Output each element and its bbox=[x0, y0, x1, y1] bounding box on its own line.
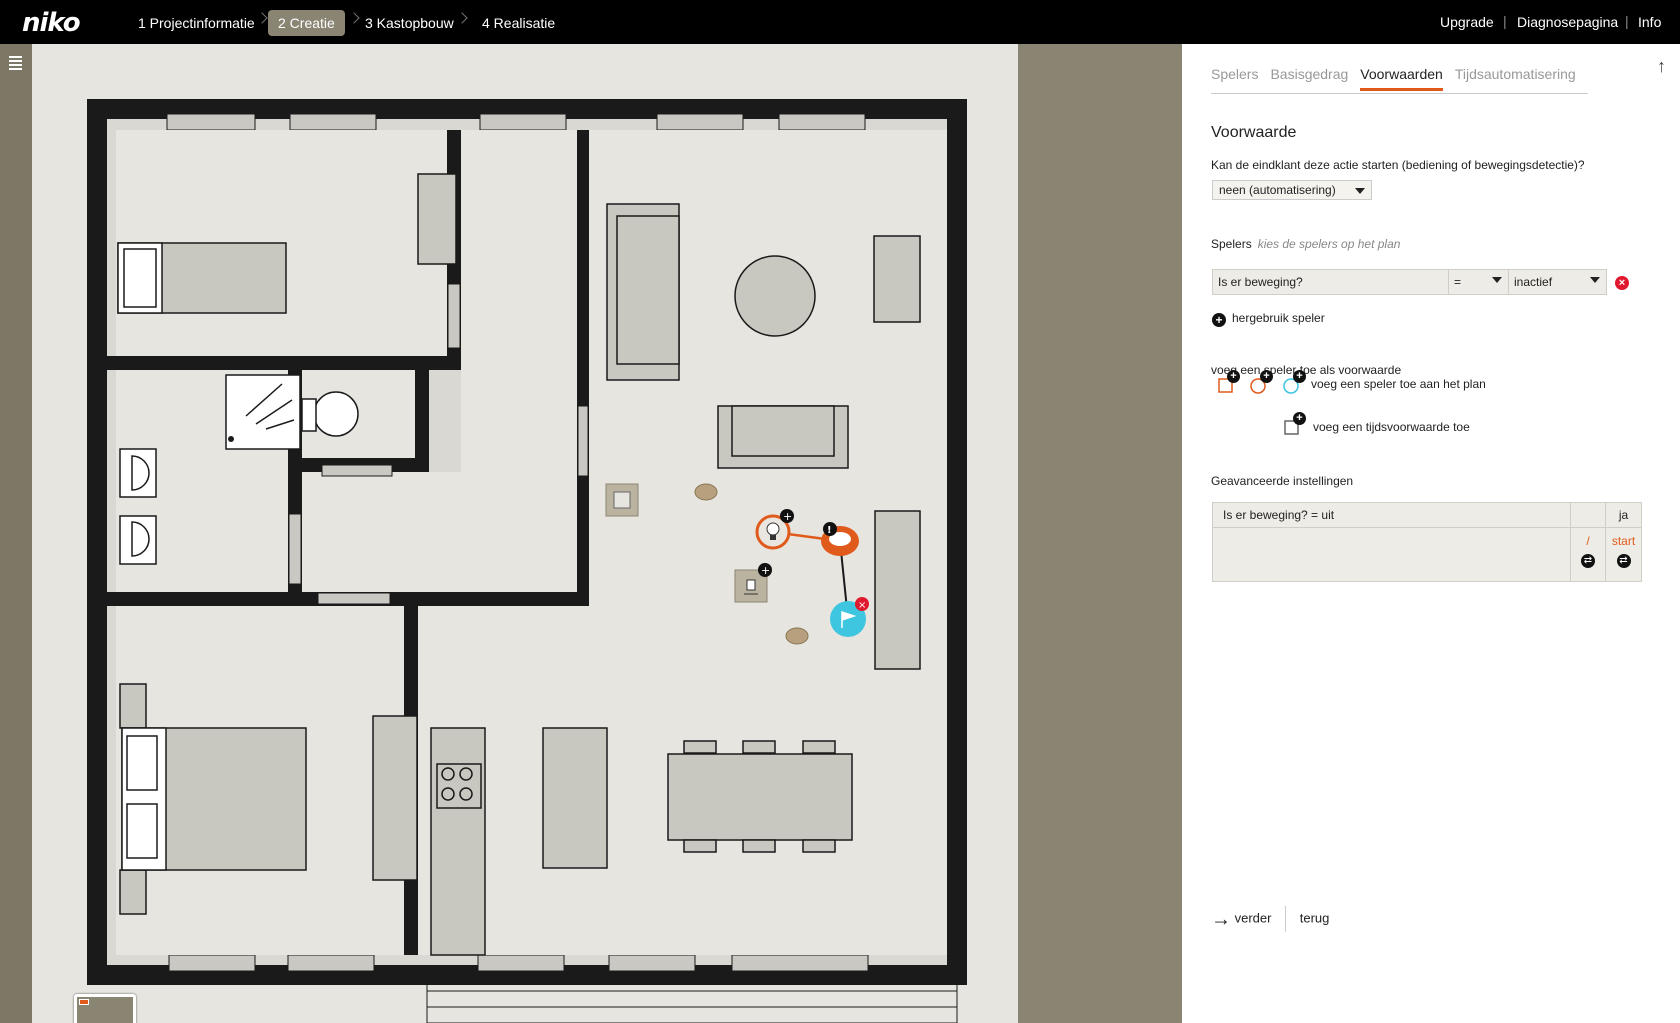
arrow-up-icon[interactable]: ↑ bbox=[1657, 56, 1666, 77]
top-bar: niko 1 Projectinformatie 2 Creatie 3 Kas… bbox=[0, 0, 1680, 44]
start-mode-value: neen (automatisering) bbox=[1219, 183, 1336, 197]
back-button[interactable]: terug bbox=[1300, 910, 1330, 925]
left-toolbar bbox=[0, 44, 32, 1023]
add-square-player-icon[interactable]: + bbox=[1216, 370, 1240, 394]
tab-bar: Spelers Basisgedrag Voorwaarden Tijdsautoma… bbox=[1211, 66, 1588, 94]
svg-text:+: + bbox=[761, 564, 770, 577]
advanced-actions-row: / ⇄ start ⇄ bbox=[1212, 528, 1642, 582]
players-heading: Spelers kies de spelers op het plan bbox=[1211, 237, 1400, 251]
square-device-icon bbox=[605, 483, 639, 517]
properties-panel: Spelers Basisgedrag Voorwaarden Tijdsautoma… bbox=[1182, 44, 1680, 1023]
add-plan-player-icon[interactable]: + bbox=[1282, 370, 1306, 394]
advanced-yes[interactable]: ja bbox=[1605, 503, 1641, 527]
add-player-plan-label[interactable]: voeg een speler toe aan het plan bbox=[1311, 377, 1486, 391]
condition-operator-select[interactable]: = bbox=[1449, 270, 1509, 294]
caret-down-icon bbox=[1590, 277, 1600, 283]
advanced-start-cell: start ⇄ bbox=[1605, 528, 1641, 581]
svg-text:+: + bbox=[783, 510, 792, 523]
step-realisatie[interactable]: 4 Realisatie bbox=[472, 10, 565, 36]
tab-spelers[interactable]: Spelers bbox=[1211, 66, 1258, 88]
arrow-right-icon: → bbox=[1211, 908, 1231, 931]
step-projectinformatie[interactable]: 1 Projectinformatie bbox=[128, 10, 265, 36]
condition-operator-value: = bbox=[1454, 275, 1462, 289]
step-creatie[interactable]: 2 Creatie bbox=[268, 10, 345, 36]
remove-condition-icon[interactable]: × bbox=[1615, 276, 1629, 290]
svg-text:!: ! bbox=[827, 525, 832, 536]
tab-basisgedrag[interactable]: Basisgedrag bbox=[1270, 66, 1348, 88]
speech-bubble-icon bbox=[785, 627, 809, 645]
speech-bubble-icon bbox=[694, 483, 718, 501]
swap-icon[interactable]: ⇄ bbox=[1616, 554, 1631, 568]
players-hint: kies de spelers op het plan bbox=[1257, 237, 1401, 251]
niko-logo[interactable]: niko bbox=[22, 8, 81, 38]
plus-circle-icon: + bbox=[1212, 313, 1226, 327]
players-label: Spelers bbox=[1211, 237, 1252, 251]
condition-value: inactief bbox=[1514, 275, 1553, 289]
floor-plan-canvas[interactable]: + ! + × bbox=[32, 44, 1018, 1023]
panel-title: Voorwaarde bbox=[1211, 124, 1297, 141]
tab-voorwaarden[interactable]: Voorwaarden bbox=[1360, 66, 1443, 91]
panel-footer: → verder terug bbox=[1211, 906, 1329, 932]
divider: | bbox=[1503, 13, 1507, 29]
tab-tijdsautomatisering[interactable]: Tijdsautomatisering bbox=[1455, 66, 1576, 88]
advanced-slash-cell: / ⇄ bbox=[1570, 528, 1605, 581]
info-link[interactable]: Info bbox=[1638, 14, 1661, 30]
advanced-condition-text: Is er beweging? = uit bbox=[1223, 508, 1335, 522]
reuse-player-label: hergebruik speler bbox=[1232, 311, 1325, 325]
add-circle-player-icon[interactable]: + bbox=[1249, 370, 1273, 394]
step-kastopbouw[interactable]: 3 Kastopbouw bbox=[355, 10, 464, 36]
minimap[interactable] bbox=[74, 994, 136, 1023]
swap-icon[interactable]: ⇄ bbox=[1581, 554, 1595, 568]
divider bbox=[1285, 906, 1287, 932]
canvas-background bbox=[1018, 44, 1182, 1023]
reuse-player-button[interactable]: + hergebruik speler bbox=[1212, 311, 1325, 327]
floor-plan: + ! + × bbox=[87, 99, 967, 1023]
list-icon[interactable] bbox=[9, 56, 22, 72]
condition-player[interactable]: Is er beweging? bbox=[1213, 270, 1449, 294]
advanced-start: start bbox=[1611, 534, 1636, 548]
caret-down-icon bbox=[1355, 188, 1365, 194]
advanced-slash: / bbox=[1586, 534, 1590, 548]
condition-row: Is er beweging? = inactief bbox=[1212, 269, 1607, 295]
start-question: Kan de eindklant deze actie starten (bed… bbox=[1211, 158, 1585, 172]
diagnose-link[interactable]: Diagnosepagina bbox=[1517, 14, 1618, 30]
advanced-settings-heading: Geavanceerde instellingen bbox=[1211, 474, 1354, 488]
caret-down-icon bbox=[1492, 277, 1502, 283]
condition-value-select[interactable]: inactief bbox=[1509, 270, 1606, 294]
advanced-row: Is er beweging? = uit ja bbox=[1212, 502, 1642, 528]
add-time-condition-icon[interactable]: + bbox=[1282, 412, 1306, 436]
start-mode-select[interactable]: neen (automatisering) bbox=[1212, 180, 1372, 200]
svg-text:×: × bbox=[858, 600, 866, 611]
advanced-empty-cell bbox=[1570, 503, 1605, 527]
next-button[interactable]: verder bbox=[1235, 910, 1272, 925]
upgrade-link[interactable]: Upgrade bbox=[1440, 14, 1494, 30]
add-time-condition-label[interactable]: voeg een tijdsvoorwaarde toe bbox=[1313, 420, 1470, 434]
divider: | bbox=[1625, 13, 1629, 29]
minimap-viewport bbox=[79, 999, 89, 1005]
